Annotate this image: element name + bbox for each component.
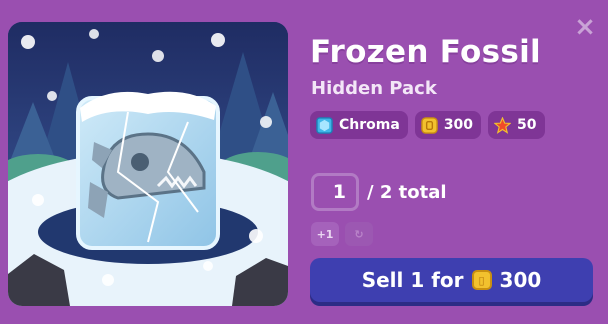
sell-button[interactable]: Sell 1 for ▯ 300: [310, 258, 593, 302]
badge-row: Chroma 300 50: [310, 111, 545, 139]
item-title: Frozen Fossil: [310, 34, 541, 70]
item-dialog: × Frozen Fossil Hidden Pack Chroma 300 5…: [0, 0, 608, 324]
quantity-input[interactable]: 1: [311, 173, 359, 211]
quantity-total: / 2 total: [367, 181, 447, 203]
rarity-label: Chroma: [339, 117, 400, 133]
coin-icon: [421, 116, 438, 134]
item-artwork: [8, 22, 288, 306]
value-label: 300: [443, 117, 474, 133]
quantity-controls: +1 ↻: [311, 222, 373, 246]
star-icon: [494, 116, 512, 134]
close-icon[interactable]: ×: [574, 14, 596, 40]
frozen-fossil-illustration: [8, 22, 288, 306]
sell-amount: 300: [499, 268, 542, 292]
coin-icon: ▯: [471, 270, 492, 290]
sell-button-label: Sell 1 for: [361, 268, 464, 292]
increment-button[interactable]: +1: [311, 222, 339, 246]
xp-label: 50: [517, 117, 537, 133]
pack-name: Hidden Pack: [311, 78, 437, 99]
rarity-badge: Chroma: [310, 111, 408, 139]
xp-badge: 50: [488, 111, 545, 139]
chroma-gem-icon: [316, 116, 333, 134]
quantity-row: 1 / 2 total: [311, 173, 447, 211]
value-badge: 300: [414, 111, 482, 139]
reset-icon[interactable]: ↻: [345, 222, 373, 246]
